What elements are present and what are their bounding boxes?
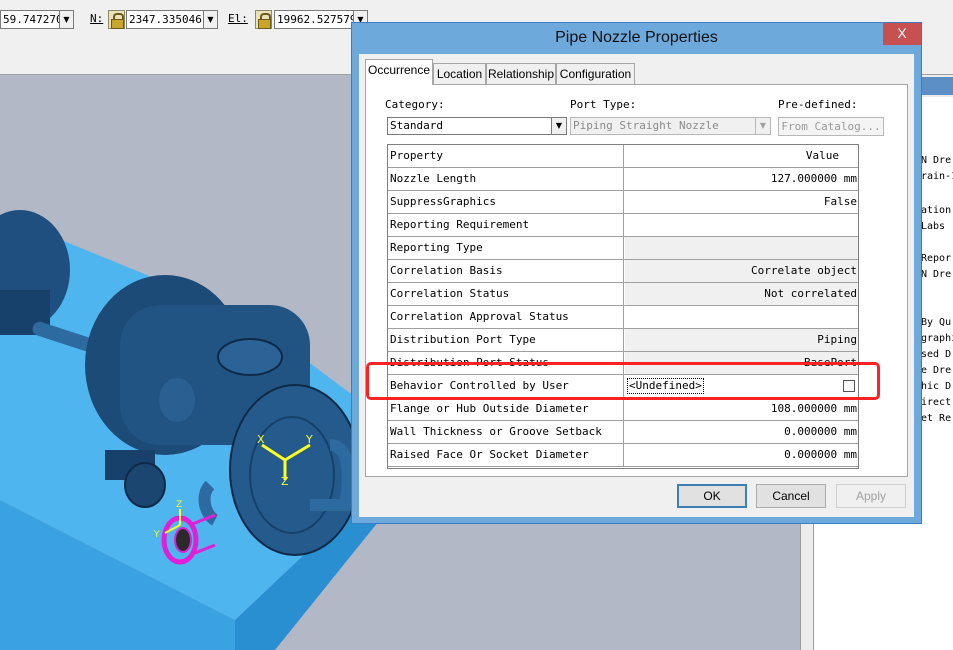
property-value[interactable]: Piping — [625, 329, 858, 351]
property-value[interactable]: False — [625, 191, 858, 213]
panel-line: sed D — [921, 349, 952, 360]
grid-row-raised-face-diameter[interactable]: Raised Face Or Socket Diameter 0.000000 … — [388, 444, 858, 467]
e-dropdown-button[interactable]: ▼ — [59, 10, 74, 29]
property-value[interactable]: 0.000000 mm — [625, 421, 858, 443]
property-value[interactable]: Not correlated — [625, 283, 858, 305]
property-value[interactable] — [625, 237, 858, 259]
port-type-dropdown-icon[interactable]: ▼ — [755, 117, 771, 135]
property-column-header: Property — [388, 145, 624, 167]
n-coordinate-input[interactable]: 2347.335046 r — [126, 10, 204, 29]
property-value[interactable] — [625, 214, 858, 236]
el-coordinate-input[interactable]: 19962.527579 — [274, 10, 354, 29]
property-name: Distribution Port Type — [388, 329, 624, 351]
value-column-header: Value — [805, 149, 839, 162]
panel-line: graphi — [921, 333, 953, 344]
grid-row-correlation-basis[interactable]: Correlation Basis Correlate object — [388, 260, 858, 283]
panel-line: N Dre — [921, 269, 952, 280]
category-label: Category: — [385, 98, 445, 111]
n-lock-icon[interactable] — [108, 10, 125, 29]
panel-line: Labs — [921, 221, 946, 232]
cancel-button[interactable]: Cancel — [756, 484, 826, 508]
property-name: Flange or Hub Outside Diameter — [388, 398, 624, 420]
axis-y-label: Y — [305, 433, 313, 446]
from-catalog-button[interactable]: From Catalog... — [778, 117, 884, 136]
grid-row-correlation-status[interactable]: Correlation Status Not correlated — [388, 283, 858, 306]
grid-row-nozzle-length[interactable]: Nozzle Length 127.000000 mm — [388, 168, 858, 191]
property-name: Correlation Status — [388, 283, 624, 305]
grid-row-flange-outside-diameter[interactable]: Flange or Hub Outside Diameter 108.00000… — [388, 398, 858, 421]
grid-row-reporting-type[interactable]: Reporting Type — [388, 237, 858, 260]
property-name: SuppressGraphics — [388, 191, 624, 213]
n-label: N: — [90, 12, 104, 25]
property-value[interactable]: Correlate object — [625, 260, 858, 282]
grid-row-distribution-port-type[interactable]: Distribution Port Type Piping — [388, 329, 858, 352]
property-grid: Property Value Nozzle Length 127.000000 … — [387, 144, 859, 469]
port-type-label: Port Type: — [570, 98, 637, 111]
property-name: Reporting Requirement — [388, 214, 624, 236]
occurrence-tab-panel: Category: Port Type: Pre-defined: Standa… — [365, 84, 908, 477]
panel-line: rain-1 — [921, 171, 953, 182]
panel-line: By Qu — [921, 317, 952, 328]
panel-line: N Dre — [921, 155, 952, 166]
nozzle-axis-y-label: Y — [153, 530, 160, 540]
property-name: Raised Face Or Socket Diameter — [388, 444, 624, 466]
grid-row-correlation-approval-status[interactable]: Correlation Approval Status — [388, 306, 858, 329]
n-dropdown-button[interactable]: ▼ — [203, 10, 218, 29]
panel-line: et Re — [921, 413, 952, 424]
tab-configuration[interactable]: Configuration — [556, 63, 635, 84]
tab-location[interactable]: Location — [433, 63, 486, 84]
grid-row-reporting-requirement[interactable]: Reporting Requirement — [388, 214, 858, 237]
panel-title-bar — [919, 77, 953, 95]
property-name: Reporting Type — [388, 237, 624, 259]
port-type-select[interactable]: Piping Straight Nozzle — [570, 117, 758, 135]
property-value[interactable]: 127.000000 mm — [625, 168, 858, 190]
category-select[interactable]: Standard — [387, 117, 553, 135]
pipe-nozzle-properties-dialog: Pipe Nozzle Properties X Occurrence Loca… — [351, 22, 922, 524]
predefined-label: Pre-defined: — [778, 98, 858, 111]
el-lock-icon[interactable] — [255, 10, 272, 29]
axis-x-label: X — [257, 433, 265, 446]
property-value[interactable]: 108.000000 mm — [625, 398, 858, 420]
dialog-title: Pipe Nozzle Properties — [555, 29, 718, 46]
el-label: El: — [228, 12, 248, 25]
close-button[interactable]: X — [883, 23, 921, 45]
tab-relationship[interactable]: Relationship — [486, 63, 556, 84]
axis-z-label: Z — [281, 475, 289, 488]
selected-nozzle-inner — [174, 527, 192, 553]
category-dropdown-icon[interactable]: ▼ — [551, 117, 567, 135]
pump-foot-wheel — [124, 462, 166, 508]
grid-header: Property Value — [388, 145, 858, 168]
panel-line: ation — [921, 205, 952, 216]
property-name: Wall Thickness or Groove Setback — [388, 421, 624, 443]
grid-row-suppressgraphics[interactable]: SuppressGraphics False — [388, 191, 858, 214]
property-name: Correlation Basis — [388, 260, 624, 282]
property-name: Nozzle Length — [388, 168, 624, 190]
panel-line: Repor — [921, 253, 952, 264]
pump-top-cap — [217, 338, 283, 376]
ok-button[interactable]: OK — [677, 484, 747, 508]
tab-occurrence[interactable]: Occurrence — [365, 59, 433, 85]
grid-row-wall-thickness[interactable]: Wall Thickness or Groove Setback 0.00000… — [388, 421, 858, 444]
pump-side-knob — [159, 378, 195, 422]
highlight-annotation-box — [366, 362, 880, 400]
property-name: Correlation Approval Status — [388, 306, 624, 328]
nozzle-axis-z-label: Z — [176, 500, 182, 510]
e-coordinate-input[interactable]: 59.747270 — [0, 10, 60, 29]
panel-line: irect — [921, 397, 952, 408]
property-value[interactable]: 0.000000 mm — [625, 444, 858, 466]
panel-line: hic D — [921, 381, 952, 392]
dialog-client-area: Occurrence Location Relationship Configu… — [359, 54, 914, 517]
panel-line: e Dre — [921, 365, 952, 376]
property-value[interactable] — [625, 306, 858, 328]
apply-button[interactable]: Apply — [836, 484, 906, 508]
